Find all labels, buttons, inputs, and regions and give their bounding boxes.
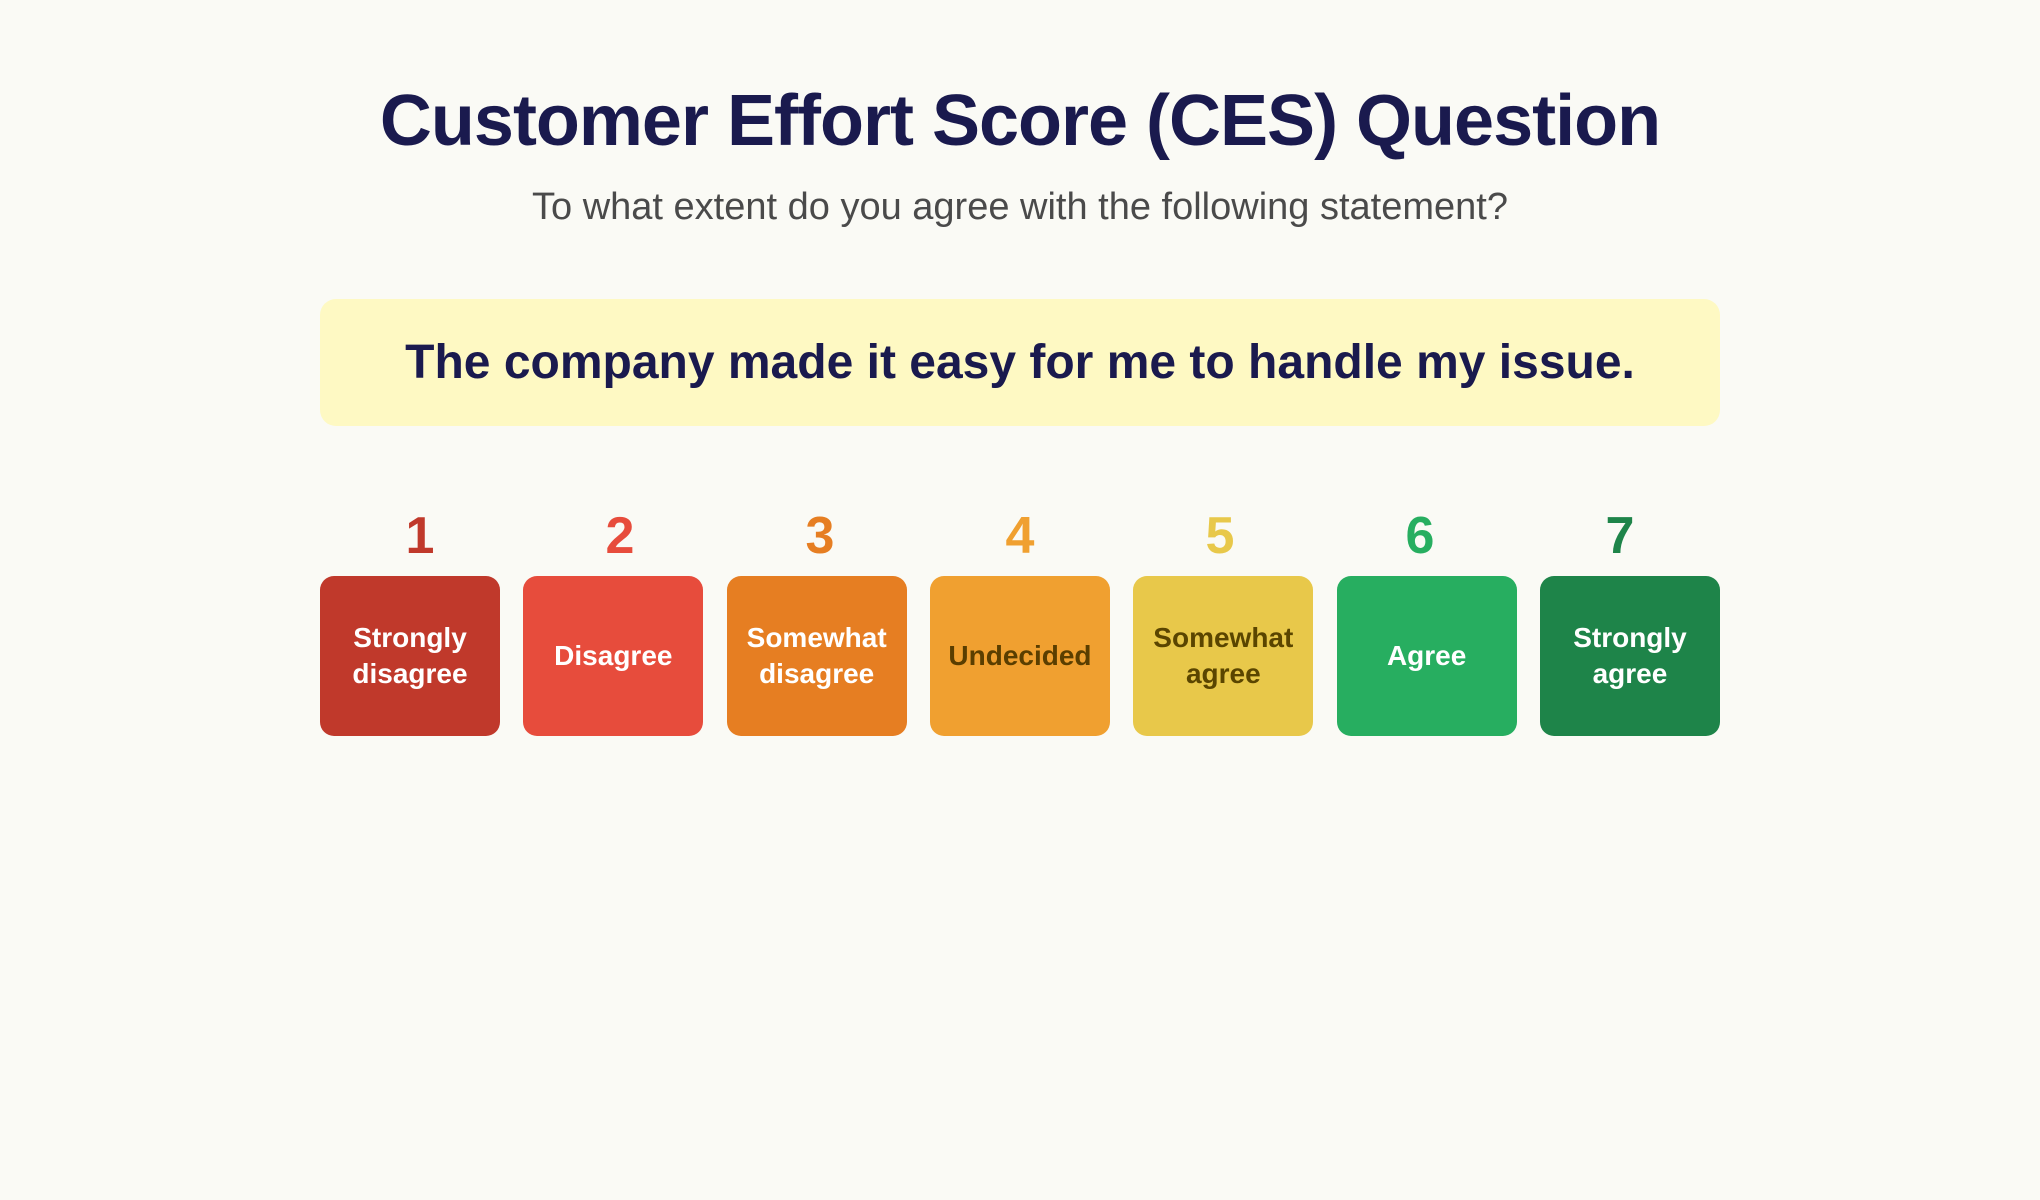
scale-button-4[interactable]: Undecided: [930, 576, 1110, 736]
scale-button-3[interactable]: Somewhat disagree: [727, 576, 907, 736]
main-container: Customer Effort Score (CES) Question To …: [0, 0, 2040, 736]
scale-number-6: 6: [1330, 506, 1510, 566]
scale-number-5: 5: [1130, 506, 1310, 566]
scale-number-1: 1: [330, 506, 510, 566]
scale-number-3: 3: [730, 506, 910, 566]
scale-number-4: 4: [930, 506, 1110, 566]
scale-number-2: 2: [530, 506, 710, 566]
scale-button-2[interactable]: Disagree: [523, 576, 703, 736]
scale-container: 1234567 Strongly disagreeDisagreeSomewha…: [320, 506, 1720, 736]
page-subtitle: To what extent do you agree with the fol…: [532, 186, 1508, 229]
statement-text: The company made it easy for me to handl…: [405, 336, 1635, 389]
scale-button-1[interactable]: Strongly disagree: [320, 576, 500, 736]
scale-button-6[interactable]: Agree: [1337, 576, 1517, 736]
statement-box: The company made it easy for me to handl…: [320, 299, 1720, 426]
buttons-row: Strongly disagreeDisagreeSomewhat disagr…: [320, 576, 1720, 736]
scale-number-7: 7: [1530, 506, 1710, 566]
scale-button-7[interactable]: Strongly agree: [1540, 576, 1720, 736]
numbers-row: 1234567: [320, 506, 1720, 566]
scale-button-5[interactable]: Somewhat agree: [1133, 576, 1313, 736]
page-title: Customer Effort Score (CES) Question: [380, 80, 1660, 162]
